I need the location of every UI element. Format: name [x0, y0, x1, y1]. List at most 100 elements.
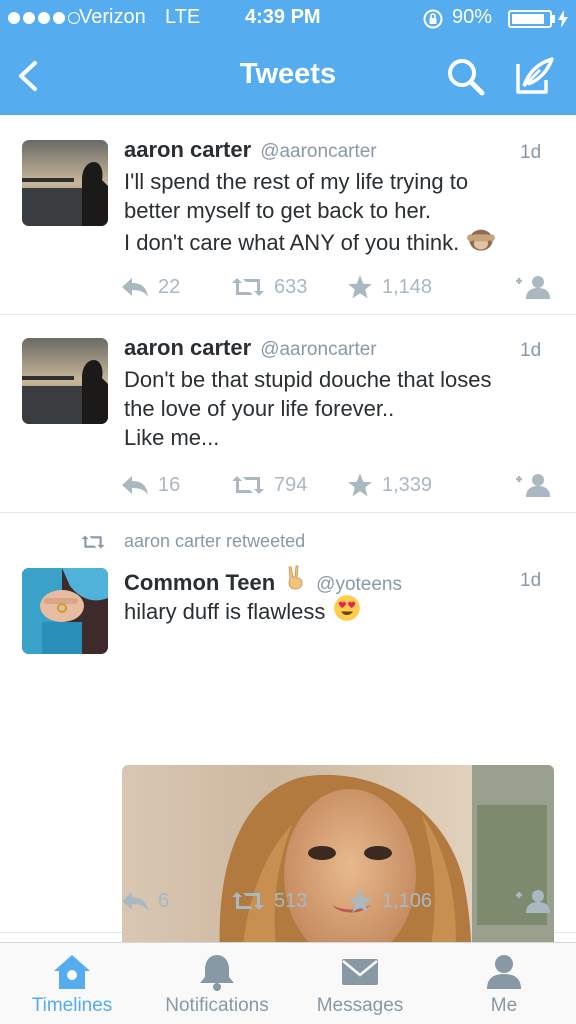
profile-photo: [22, 140, 108, 226]
battery-tip: [552, 15, 555, 23]
follow-icon: [516, 890, 550, 913]
tab-me[interactable]: Me: [460, 943, 548, 1024]
reply-count: 6: [158, 889, 170, 912]
favorite-button[interactable]: 1,148: [346, 271, 432, 303]
reply-count: 22: [158, 275, 181, 298]
retweet-button[interactable]: 513: [230, 885, 307, 917]
tweet-text-line: better myself to get back to her.: [124, 198, 431, 223]
victory-hand-emoji: [288, 565, 303, 590]
star-icon: [348, 889, 372, 913]
tweet-item[interactable]: aaron carter @aaroncarter 1d Don't be th…: [0, 315, 576, 513]
retweet-context: aaron carter retweeted: [80, 531, 305, 552]
page-title: Tweets: [239, 58, 337, 90]
signal-strength-icon: [8, 12, 80, 24]
retweeted-by[interactable]: aaron carter retweeted: [124, 531, 305, 552]
home-icon: [54, 955, 90, 989]
reply-icon: [122, 476, 148, 495]
tweet-text-line: hilary duff is flawless: [124, 594, 544, 626]
tweet-text-line-content: hilary duff is flawless: [124, 599, 326, 624]
tweet-text-line: the love of your life forever..: [124, 396, 395, 421]
top-bar: Verizon LTE 4:39 PM 90% Tweets: [0, 0, 576, 115]
tweet-header: aaron carter @aaroncarter: [124, 335, 377, 363]
person-icon: [487, 955, 521, 989]
follow-button[interactable]: [514, 271, 560, 303]
user-name[interactable]: aaron carter: [124, 335, 251, 361]
status-time: 4:39 PM: [245, 6, 321, 28]
tweet-text-line: I'll spend the rest of my life trying to: [124, 169, 469, 194]
follow-icon: [516, 474, 550, 497]
tweet-actions: 6 513 1,106: [118, 885, 568, 917]
tab-timelines[interactable]: Timelines: [14, 943, 130, 1024]
profile-photo: [22, 338, 108, 424]
tweet-text: I'll spend the rest of my life trying to…: [124, 167, 544, 257]
compose-button[interactable]: [510, 54, 558, 98]
reply-button[interactable]: 16: [120, 469, 180, 501]
charging-bolt-icon: [558, 10, 568, 28]
tab-label: Notifications: [165, 995, 269, 1016]
user-name[interactable]: aaron carter: [124, 137, 251, 163]
carrier-name: Verizon: [79, 6, 146, 28]
battery-percent: 90%: [452, 6, 493, 28]
avatar[interactable]: [22, 140, 108, 226]
avatar[interactable]: [22, 338, 108, 424]
tab-bar: Timelines Notifications Messages Me: [0, 942, 576, 1024]
favorite-count: 1,148: [382, 275, 433, 298]
follow-button[interactable]: [514, 885, 560, 917]
retweet-icon: [232, 892, 264, 910]
user-handle[interactable]: @aaroncarter: [260, 339, 376, 361]
rotation-lock-icon: [423, 9, 443, 29]
favorite-button[interactable]: 1,106: [346, 885, 432, 917]
tweet-text-line: Like me...: [124, 425, 220, 450]
retweet-button[interactable]: 633: [230, 271, 307, 303]
reply-button[interactable]: 22: [120, 271, 180, 303]
tab-notifications[interactable]: Notifications: [152, 943, 282, 1024]
search-button[interactable]: [442, 54, 488, 98]
battery-fill: [512, 14, 544, 24]
back-button[interactable]: [10, 54, 50, 98]
follow-button[interactable]: [514, 469, 560, 501]
user-name[interactable]: Common Teen: [124, 570, 275, 596]
tweet-text-line: Don't be that stupid douche that loses: [124, 367, 492, 392]
tweet-item[interactable]: aaron carter retweeted Common Teen @yote…: [0, 513, 576, 942]
avatar[interactable]: [22, 568, 108, 654]
tweet-time: 1d: [520, 142, 542, 163]
retweet-button[interactable]: 794: [230, 469, 307, 501]
tweet-timeline[interactable]: aaron carter @aaroncarter 1d I'll spend …: [0, 115, 576, 942]
tweet-text-line: I don't care what ANY of you think.: [124, 225, 544, 257]
tab-label: Me: [490, 995, 518, 1016]
user-handle[interactable]: @aaroncarter: [260, 141, 376, 163]
follow-icon: [516, 276, 550, 299]
tweet-text: Don't be that stupid douche that loses t…: [124, 365, 544, 452]
tweet-item[interactable]: aaron carter @aaroncarter 1d I'll spend …: [0, 115, 576, 315]
tweet-actions: 16 794 1,339: [118, 469, 568, 501]
tab-label: Messages: [316, 995, 404, 1016]
tweet-text: hilary duff is flawless: [124, 594, 544, 626]
chevron-left-icon: [19, 61, 37, 91]
tab-messages[interactable]: Messages: [304, 943, 416, 1024]
favorite-count: 1,339: [382, 473, 433, 496]
signal-dot: [53, 12, 65, 24]
signal-dot: [38, 12, 50, 24]
retweet-icon: [81, 535, 105, 548]
retweet-count: 794: [274, 473, 308, 496]
favorite-count: 1,106: [382, 889, 433, 912]
profile-photo: [22, 568, 108, 654]
heart-eyes-emoji: [334, 595, 361, 621]
favorite-button[interactable]: 1,339: [346, 469, 432, 501]
star-icon: [348, 275, 372, 299]
reply-count: 16: [158, 473, 181, 496]
network-type: LTE: [165, 6, 201, 28]
reply-button[interactable]: 6: [120, 885, 169, 917]
retweet-count: 633: [274, 275, 308, 298]
tweet-time: 1d: [520, 340, 542, 361]
reply-icon: [122, 278, 148, 297]
compose-icon: [516, 57, 554, 94]
status-bar: Verizon LTE 4:39 PM 90%: [0, 0, 576, 36]
star-icon: [348, 473, 372, 497]
see-no-evil-monkey-emoji: [467, 229, 496, 251]
search-icon: [448, 59, 485, 96]
user-handle[interactable]: @yoteens: [316, 574, 402, 596]
tweet-actions: 22 633 1,148: [118, 271, 568, 303]
retweet-icon: [232, 278, 264, 296]
tweet-text-line-content: I don't care what ANY of you think.: [124, 230, 460, 255]
